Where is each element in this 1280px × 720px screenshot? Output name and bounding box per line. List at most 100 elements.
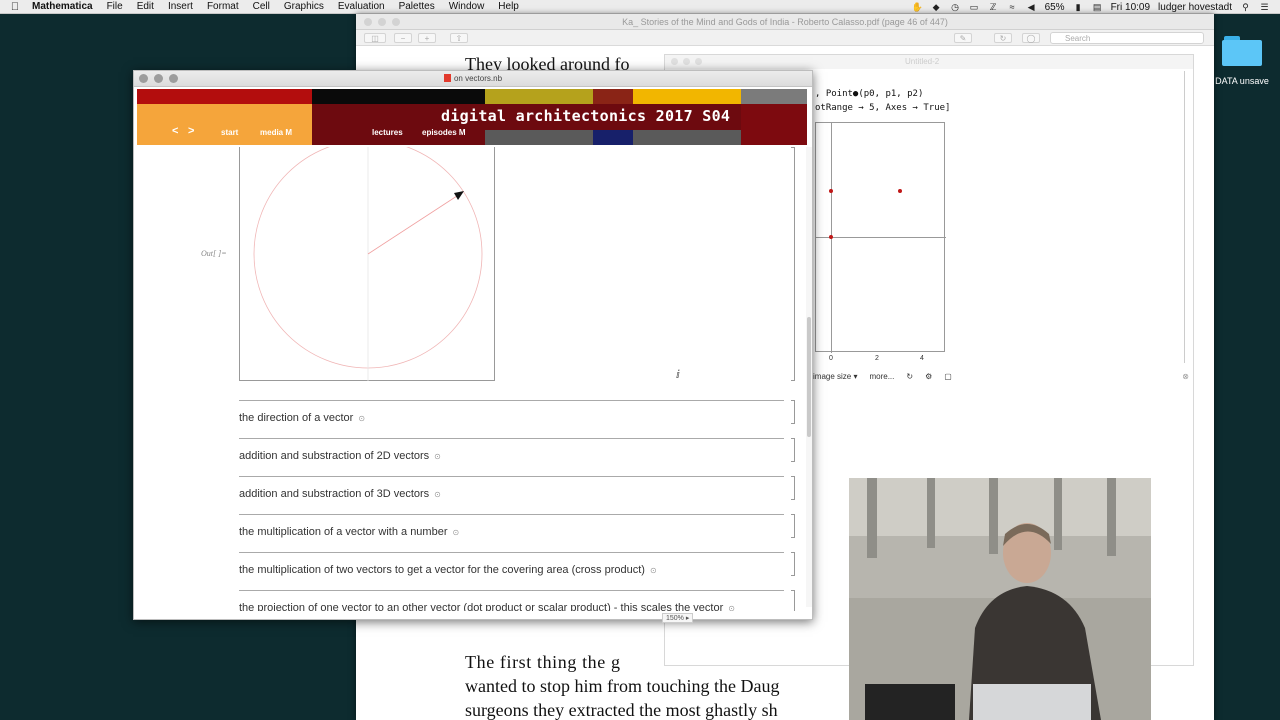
share-icon[interactable]: ⇧ bbox=[450, 33, 468, 43]
wifi-icon[interactable]: ≈ bbox=[1007, 2, 1018, 12]
section-row[interactable]: addition and substraction of 2D vectors ⊙ bbox=[239, 438, 784, 476]
bluetooth-icon[interactable]: ℤ bbox=[988, 2, 999, 12]
scrollbar-thumb[interactable] bbox=[807, 317, 811, 437]
cell-bracket[interactable] bbox=[1183, 71, 1185, 363]
tick-label: 0 bbox=[829, 355, 833, 362]
airplay-icon[interactable]: ▭ bbox=[969, 2, 980, 12]
zoom-button[interactable] bbox=[169, 74, 178, 83]
cell-bracket[interactable] bbox=[791, 552, 795, 576]
minimize-button[interactable] bbox=[683, 58, 690, 65]
section-label: the projection of one vector to an other… bbox=[239, 602, 735, 611]
menu-graphics[interactable]: Graphics bbox=[277, 1, 331, 12]
menu-file[interactable]: File bbox=[100, 1, 130, 12]
dropbox-icon[interactable]: ◆ bbox=[931, 2, 942, 12]
sidebar-toggle-icon[interactable]: ◫ bbox=[364, 33, 386, 43]
close-toolbar-icon[interactable]: ⊗ bbox=[1182, 372, 1189, 381]
nav-next-button[interactable]: > bbox=[188, 125, 194, 137]
zoom-button[interactable] bbox=[392, 18, 400, 26]
code-line[interactable]: , Point●(p0, p1, p2) bbox=[815, 89, 923, 99]
points-plot[interactable]: 0 2 4 bbox=[815, 122, 946, 362]
volume-icon[interactable]: ◀ bbox=[1026, 2, 1037, 12]
expand-icon[interactable]: ⊙ bbox=[434, 452, 441, 461]
menu-window[interactable]: Window bbox=[442, 1, 492, 12]
apple-menu-icon[interactable]:  bbox=[0, 1, 30, 13]
menu-bar:  Mathematica File Edit Insert Format Ce… bbox=[0, 0, 1280, 14]
cell-bracket[interactable] bbox=[791, 400, 795, 424]
menu-cell[interactable]: Cell bbox=[246, 1, 277, 12]
nav-media-link[interactable]: media M bbox=[260, 128, 292, 137]
banner-block bbox=[741, 89, 807, 104]
spotlight-icon[interactable]: ⚲ bbox=[1240, 2, 1251, 12]
comment-icon[interactable]: ▢ bbox=[944, 372, 952, 381]
zoom-out-icon[interactable]: − bbox=[394, 33, 412, 43]
menu-app-name[interactable]: Mathematica bbox=[30, 1, 100, 12]
more-button[interactable]: more... bbox=[869, 372, 894, 381]
expand-icon[interactable]: ⊙ bbox=[453, 528, 460, 537]
close-button[interactable] bbox=[364, 18, 372, 26]
section-label: the direction of a vector ⊙ bbox=[239, 412, 366, 424]
menu-insert[interactable]: Insert bbox=[161, 1, 200, 12]
nav-episodes-link[interactable]: episodes M bbox=[422, 128, 466, 137]
banner-block bbox=[741, 104, 807, 145]
battery-icon: ▮ bbox=[1075, 1, 1081, 12]
menu-help[interactable]: Help bbox=[491, 1, 526, 12]
annotate-icon[interactable]: ◯ bbox=[1022, 33, 1040, 43]
pdf-traffic-lights bbox=[364, 18, 400, 26]
nav-prev-button[interactable]: < bbox=[172, 125, 178, 137]
rotate-icon[interactable]: ↻ bbox=[994, 33, 1012, 43]
section-row[interactable]: the direction of a vector ⊙ bbox=[239, 400, 784, 438]
gear-icon[interactable]: ⚙ bbox=[925, 372, 932, 381]
expand-icon[interactable]: ⊙ bbox=[434, 490, 441, 499]
cell-bracket[interactable] bbox=[791, 147, 795, 381]
pdf-search-field[interactable]: Search bbox=[1050, 32, 1204, 44]
pdf-text-line: surgeons they extracted the most ghastly… bbox=[465, 700, 778, 720]
expand-icon[interactable]: ⊙ bbox=[728, 604, 735, 611]
menu-format[interactable]: Format bbox=[200, 1, 246, 12]
banner-block bbox=[137, 104, 312, 145]
minimize-button[interactable] bbox=[378, 18, 386, 26]
input-source-icon[interactable]: ▤ bbox=[1092, 2, 1103, 12]
cell-bracket[interactable] bbox=[791, 438, 795, 462]
clock[interactable]: Fri 10:09 bbox=[1111, 2, 1150, 13]
notebook-scrollbar[interactable] bbox=[806, 147, 812, 607]
cell-bracket[interactable] bbox=[791, 476, 795, 500]
battery-percent[interactable]: 65% bbox=[1045, 2, 1065, 13]
vector-graphic-output[interactable] bbox=[239, 147, 495, 381]
nav-lectures-link[interactable]: lectures bbox=[372, 128, 403, 137]
section-row[interactable]: the projection of one vector to an other… bbox=[239, 590, 784, 611]
user-name[interactable]: ludger hovestadt bbox=[1158, 2, 1232, 13]
nav-start-link[interactable]: start bbox=[221, 128, 238, 137]
expand-icon[interactable]: ⊙ bbox=[358, 414, 365, 423]
menu-evaluation[interactable]: Evaluation bbox=[331, 1, 392, 12]
markup-pen-icon[interactable]: ✎ bbox=[954, 33, 972, 43]
close-button[interactable] bbox=[671, 58, 678, 65]
time-machine-icon[interactable]: ◷ bbox=[950, 2, 961, 12]
status-area: ✋ ◆ ◷ ▭ ℤ ≈ ◀ 65% ▮ ▤ Fri 10:09 ludger h… bbox=[912, 0, 1280, 14]
untitled-window-title: Untitled-2 bbox=[905, 57, 940, 66]
zoom-in-icon[interactable]: + bbox=[418, 33, 436, 43]
desktop-folder[interactable]: DATA unsave bbox=[1214, 36, 1270, 86]
menu-list-icon[interactable]: ☰ bbox=[1259, 2, 1270, 12]
vector-circle-plot bbox=[253, 147, 483, 381]
expand-icon[interactable]: ⊙ bbox=[650, 566, 657, 575]
hand-icon[interactable]: ✋ bbox=[912, 2, 923, 12]
zoom-level[interactable]: 150% ▸ bbox=[662, 613, 694, 623]
cell-bracket[interactable] bbox=[791, 590, 795, 611]
menu-edit[interactable]: Edit bbox=[130, 1, 161, 12]
refresh-icon[interactable]: ↻ bbox=[906, 372, 913, 381]
section-row[interactable]: the multiplication of a vector with a nu… bbox=[239, 514, 784, 552]
minimize-button[interactable] bbox=[154, 74, 163, 83]
section-row[interactable]: addition and substraction of 3D vectors ⊙ bbox=[239, 476, 784, 514]
code-line[interactable]: otRange → 5, Axes → True] bbox=[815, 103, 950, 113]
notebook-titlebar[interactable]: on vectors.nb bbox=[134, 71, 812, 87]
folder-icon[interactable] bbox=[1222, 36, 1262, 66]
zoom-button[interactable] bbox=[695, 58, 702, 65]
section-row[interactable]: the multiplication of two vectors to get… bbox=[239, 552, 784, 590]
close-button[interactable] bbox=[139, 74, 148, 83]
menu-palettes[interactable]: Palettes bbox=[392, 1, 442, 12]
presenter-video bbox=[849, 478, 1151, 720]
cell-bracket[interactable] bbox=[791, 514, 795, 538]
pdf-titlebar[interactable]: Ka_ Stories of the Mind and Gods of Indi… bbox=[356, 14, 1214, 30]
untitled-titlebar[interactable]: Untitled-2 bbox=[665, 55, 1193, 69]
image-size-button[interactable]: image size ▾ bbox=[813, 372, 857, 381]
